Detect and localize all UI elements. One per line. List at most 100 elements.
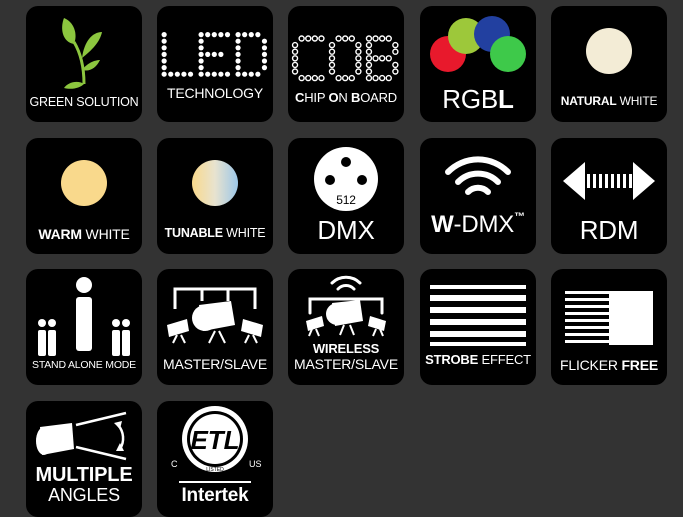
dot-mark <box>181 71 187 77</box>
multiple-angles-tile: MULTIPLE ANGLES <box>26 401 142 517</box>
dot-mark <box>372 35 379 42</box>
rdm-tile: RDM <box>551 138 667 254</box>
dot-mark <box>385 55 392 62</box>
led-label: TECHNOLOGY <box>166 85 263 101</box>
warm-white-label: WARM WHITE <box>38 226 130 242</box>
dot-mark <box>161 58 167 64</box>
angles-label: ANGLES <box>48 485 120 505</box>
dot-mark <box>198 51 204 58</box>
dot-mark <box>198 32 204 38</box>
dot-mark <box>328 48 336 55</box>
dot-mark <box>235 32 241 38</box>
dot-mark <box>311 74 319 82</box>
dot-mark <box>378 35 386 42</box>
dot-mark <box>291 55 299 62</box>
dot-mark <box>205 32 211 38</box>
rgbl-tile: RGBL <box>420 6 536 122</box>
dot-mark <box>291 61 299 69</box>
dot-mark <box>318 35 325 42</box>
dot-mark <box>385 74 392 82</box>
dot-mark <box>365 41 373 49</box>
dot-mark <box>348 35 355 42</box>
strobe-label: STROBE EFFECT <box>425 352 531 367</box>
tunable-white-dot-icon <box>192 160 238 206</box>
dot-mark <box>187 71 194 77</box>
etl-c-text: C <box>171 459 178 469</box>
dot-mark <box>372 74 379 82</box>
dot-mark <box>161 38 167 44</box>
dot-mark <box>161 65 167 71</box>
dot-mark <box>198 65 204 71</box>
dot-mark <box>218 71 224 77</box>
dot-mark <box>235 38 241 44</box>
natural-white-label: NATURAL WHITE <box>560 94 658 108</box>
dot-mark <box>348 74 355 82</box>
dot-mark <box>355 61 362 69</box>
dot-mark <box>235 65 241 71</box>
green-solution-label: GREEN SOLUTION <box>29 95 139 109</box>
etl-tile: ETL LISTED C US Intertek <box>157 401 273 517</box>
dot-mark <box>261 38 268 44</box>
dot-mark <box>174 71 180 77</box>
natural-white-tile: NATURAL WHITE <box>551 6 667 122</box>
dmx-label: DMX <box>317 215 375 245</box>
natural-white-dot-icon <box>586 28 632 74</box>
dot-mark <box>365 48 373 55</box>
dot-mark <box>248 71 254 77</box>
cob-tile: CHIP ON BOARD <box>288 6 404 122</box>
dot-mark <box>328 61 336 69</box>
dot-mark <box>291 48 299 55</box>
dot-mark <box>365 74 373 82</box>
flicker-free-label: FLICKER FREE <box>560 357 658 373</box>
dot-mark <box>205 71 211 77</box>
dot-mark <box>392 48 399 55</box>
dot-mark <box>318 74 325 82</box>
dot-mark <box>211 71 217 77</box>
dot-mark <box>235 51 241 58</box>
dot-mark <box>305 74 312 82</box>
dot-mark <box>161 51 167 58</box>
dot-mark <box>242 71 248 77</box>
dot-mark <box>385 35 392 42</box>
dot-mark <box>365 68 373 75</box>
etl-listed-text: LISTED <box>206 467 224 473</box>
multiple-label: MULTIPLE <box>35 464 133 486</box>
dot-mark <box>235 58 241 64</box>
led-tile: TECHNOLOGY <box>157 6 273 122</box>
dot-mark <box>198 58 204 64</box>
dmx-pin-label: 512 <box>336 193 356 207</box>
dot-mark <box>211 32 217 38</box>
dot-mark <box>291 68 299 75</box>
etl-mark: ETL <box>190 425 239 455</box>
dot-mark <box>378 55 386 62</box>
dot-mark <box>198 38 204 44</box>
dot-mark <box>248 32 254 38</box>
dot-mark <box>365 55 373 62</box>
wireless-master-slave-label: MASTER/SLAVE <box>294 356 398 372</box>
dot-mark <box>372 55 379 62</box>
dot-mark <box>255 71 261 77</box>
dot-mark <box>235 45 241 51</box>
dot-mark <box>328 68 336 75</box>
strobe-lines-icon <box>430 285 526 346</box>
flicker-free-tile: FLICKER FREE <box>551 269 667 385</box>
dot-mark <box>342 74 349 82</box>
dmx-tile: 512 DMX <box>288 138 404 254</box>
dot-mark <box>261 58 268 64</box>
intertek-label: Intertek <box>181 485 249 506</box>
dot-mark <box>161 45 167 51</box>
dot-mark <box>242 32 248 38</box>
dot-mark <box>378 74 386 82</box>
dot-mark <box>392 61 399 69</box>
led-dots-icon <box>161 32 268 77</box>
dot-mark <box>218 32 224 38</box>
dot-mark <box>255 32 261 38</box>
cob-label: CHIP ON BOARD <box>295 90 397 105</box>
dot-mark <box>291 41 299 49</box>
dot-mark <box>305 35 312 42</box>
wdmx-tile: W-DMX™ <box>420 138 536 254</box>
dot-mark <box>261 45 268 51</box>
dot-mark <box>224 71 231 77</box>
wireless-label: WIRELESS <box>312 341 380 356</box>
dot-mark <box>261 51 268 58</box>
